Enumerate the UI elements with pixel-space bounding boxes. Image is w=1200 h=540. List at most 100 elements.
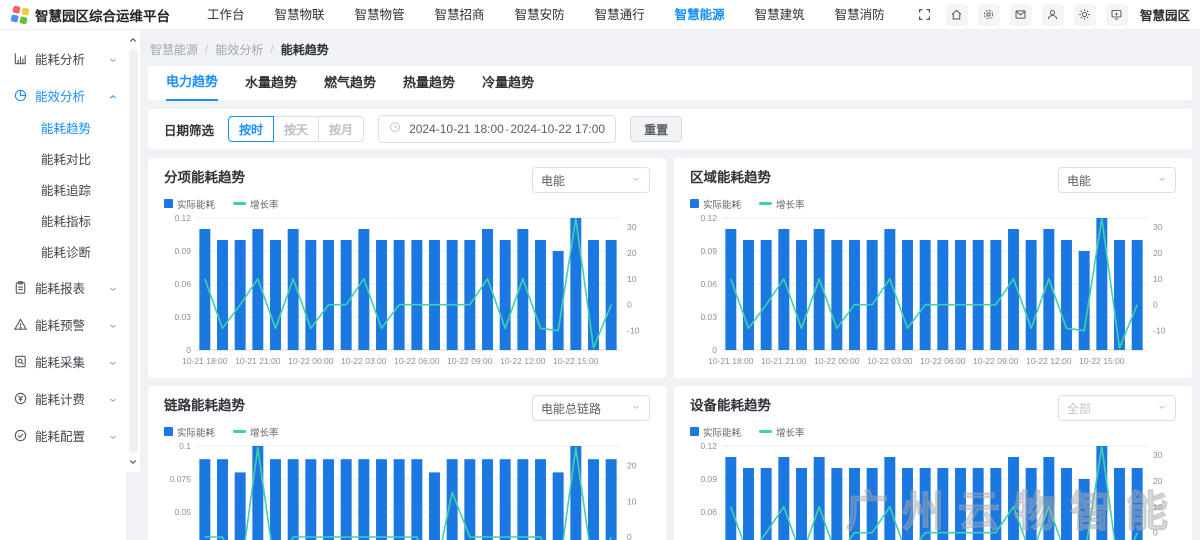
svg-text:10-21 18:00: 10-21 18:00 xyxy=(182,356,228,366)
chart-card-region-trend: 区域能耗趋势 电能 实际能耗 增长率 00.030.060.090.12-100… xyxy=(674,158,1192,378)
breadcrumb-item[interactable]: 能效分析 xyxy=(215,41,263,58)
svg-text:0: 0 xyxy=(1153,300,1158,310)
sidebar-group[interactable]: 能耗配置 xyxy=(0,417,126,454)
breadcrumb-separator: / xyxy=(270,42,273,56)
svg-text:10-22 06:00: 10-22 06:00 xyxy=(920,356,966,366)
date-mode-button[interactable]: 按月 xyxy=(318,116,364,142)
svg-text:30: 30 xyxy=(627,222,637,232)
nav-item[interactable]: 智慧物联 xyxy=(260,0,340,30)
svg-text:10: 10 xyxy=(627,496,637,506)
chart-card-subitem-trend: 分项能耗趋势 电能 实际能耗 增长率 00.030.060.090.12-100… xyxy=(148,158,666,378)
breadcrumb-item[interactable]: 智慧能源 xyxy=(150,41,198,58)
legend-growth[interactable]: 增长率 xyxy=(759,197,805,211)
top-actions xyxy=(904,4,1128,26)
svg-text:10-22 03:00: 10-22 03:00 xyxy=(341,356,387,366)
date-mode-group: 按时按天按月 xyxy=(228,116,364,142)
nav-item[interactable]: 工作台 xyxy=(192,0,260,30)
sidebar-item-link[interactable]: 能耗诊断 xyxy=(0,238,126,269)
tab-active[interactable]: 电力趋势 xyxy=(166,65,218,101)
tab-item[interactable]: 热量趋势 xyxy=(403,66,455,100)
svg-text:30: 30 xyxy=(1153,450,1163,460)
home-icon[interactable] xyxy=(946,4,968,26)
legend-actual[interactable]: 实际能耗 xyxy=(164,425,215,439)
chart-canvas: 00.030.060.090.12-10010203010-21 18:0010… xyxy=(690,440,1176,540)
legend-growth[interactable]: 增长率 xyxy=(233,197,279,211)
svg-text:0: 0 xyxy=(186,345,191,355)
bar-chart-icon xyxy=(13,51,28,66)
reset-button[interactable]: 重置 xyxy=(630,116,682,142)
svg-text:10-22 03:00: 10-22 03:00 xyxy=(867,356,913,366)
sidebar-group-label: 能效分析 xyxy=(35,86,108,105)
link-select[interactable]: 电能总链路 xyxy=(532,395,650,421)
date-mode-button[interactable]: 按时 xyxy=(228,116,274,142)
svg-text:0.12: 0.12 xyxy=(700,441,717,451)
nav-item[interactable]: 智慧建筑 xyxy=(740,0,820,30)
scroll-down-icon[interactable] xyxy=(128,456,138,468)
sidebar: 能耗分析能效分析能耗趋势能耗对比能耗追踪能耗指标能耗诊断能耗报表能耗预警能耗采集… xyxy=(0,30,126,540)
scrollbar-track[interactable] xyxy=(129,49,138,453)
legend-actual[interactable]: 实际能耗 xyxy=(690,425,741,439)
sidebar-group-label: 能耗采集 xyxy=(35,352,108,371)
svg-text:0.09: 0.09 xyxy=(174,246,191,256)
energy-type-select[interactable]: 电能 xyxy=(532,167,650,193)
nav-item[interactable]: 智慧能源 xyxy=(660,0,740,30)
sidebar-group-label: 能耗报表 xyxy=(35,278,108,297)
top-bar: 智慧园区综合运维平台 工作台智慧物联智慧物管智慧招商智慧安防智慧通行智慧能源智慧… xyxy=(0,0,1200,30)
energy-type-select[interactable]: 电能 xyxy=(1058,167,1176,193)
sidebar-group-label: 能耗配置 xyxy=(35,426,108,445)
nav-item[interactable]: 智慧通行 xyxy=(580,0,660,30)
user-name[interactable]: 智慧园区 xyxy=(1140,5,1190,24)
filter-bar: 日期筛选 按时按天按月 2024-10-21 18:00 - 2024-10-2… xyxy=(148,109,1192,149)
display-icon[interactable] xyxy=(1106,4,1128,26)
date-range-picker[interactable]: 2024-10-21 18:00 - 2024-10-22 17:00 xyxy=(378,115,616,143)
sidebar-item-link[interactable]: 能耗指标 xyxy=(0,207,126,238)
svg-text:10-22 00:00: 10-22 00:00 xyxy=(288,356,334,366)
sidebar-group-label: 能耗预警 xyxy=(35,315,108,334)
nav-item[interactable]: 智慧消防 xyxy=(820,0,900,30)
sidebar-group[interactable]: 能耗分析 xyxy=(0,40,126,77)
svg-text:10-21 21:00: 10-21 21:00 xyxy=(761,356,807,366)
tab-item[interactable]: 燃气趋势 xyxy=(324,66,376,100)
sidebar-group[interactable]: 能耗报表 xyxy=(0,269,126,306)
tab-item[interactable]: 水量趋势 xyxy=(245,66,297,100)
nav-item[interactable]: 智慧物管 xyxy=(340,0,420,30)
sidebar-item-link[interactable]: 能耗追踪 xyxy=(0,176,126,207)
sidebar-group[interactable]: 能耗预警 xyxy=(0,306,126,343)
tab-item[interactable]: 冷量趋势 xyxy=(482,66,534,100)
sidebar-item-active[interactable]: 能耗趋势 xyxy=(0,114,126,145)
fullscreen-icon[interactable] xyxy=(914,4,936,26)
device-select[interactable]: 全部 xyxy=(1058,395,1176,421)
nav-item[interactable]: 智慧安防 xyxy=(500,0,580,30)
gear-icon[interactable] xyxy=(978,4,1000,26)
clock-icon xyxy=(389,120,401,138)
legend-actual[interactable]: 实际能耗 xyxy=(690,197,741,211)
scroll-up-icon[interactable] xyxy=(128,34,138,46)
chevron-down-icon xyxy=(1157,171,1167,189)
user-icon[interactable] xyxy=(1042,4,1064,26)
sidebar-scrollbar[interactable] xyxy=(126,30,140,472)
breadcrumb-item: 能耗趋势 xyxy=(281,41,329,58)
svg-text:0.06: 0.06 xyxy=(700,279,717,289)
legend-actual[interactable]: 实际能耗 xyxy=(164,197,215,211)
sun-icon[interactable] xyxy=(1074,4,1096,26)
svg-text:-10: -10 xyxy=(627,326,640,336)
sidebar-group[interactable]: 能效分析 xyxy=(0,77,126,114)
svg-text:0: 0 xyxy=(627,532,632,540)
line-swatch xyxy=(233,430,246,433)
mail-icon[interactable] xyxy=(1010,4,1032,26)
sidebar-group[interactable]: 能耗采集 xyxy=(0,343,126,380)
chevron-down-icon xyxy=(631,399,641,417)
sidebar-group[interactable]: 能耗计费 xyxy=(0,380,126,417)
svg-text:0.05: 0.05 xyxy=(174,507,191,517)
date-start[interactable]: 2024-10-21 18:00 xyxy=(409,122,504,136)
legend-growth[interactable]: 增长率 xyxy=(233,425,279,439)
sidebar-item-link[interactable]: 能耗对比 xyxy=(0,145,126,176)
nav-item[interactable]: 智慧招商 xyxy=(420,0,500,30)
svg-text:0.06: 0.06 xyxy=(700,507,717,517)
svg-text:0.12: 0.12 xyxy=(700,213,717,223)
legend-growth[interactable]: 增长率 xyxy=(759,425,805,439)
chart-legend: 实际能耗 增长率 xyxy=(690,425,1176,438)
date-end[interactable]: 2024-10-22 17:00 xyxy=(510,122,605,136)
date-mode-button[interactable]: 按天 xyxy=(273,116,319,142)
bar-swatch xyxy=(164,199,173,208)
